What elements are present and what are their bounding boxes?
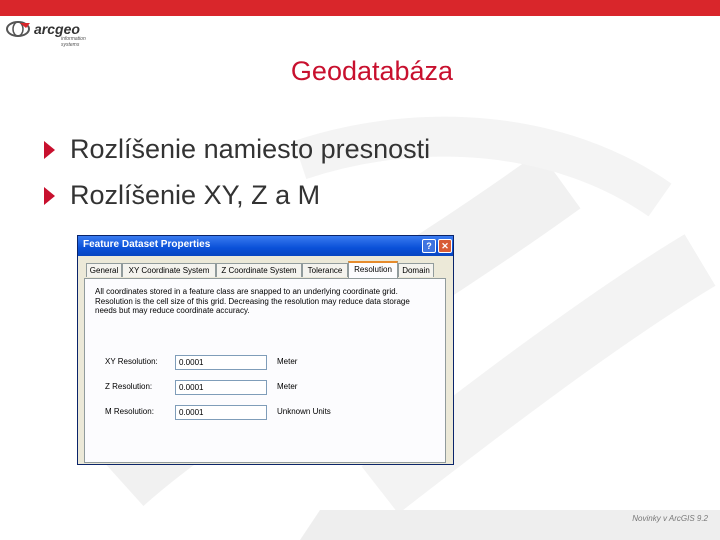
tab-general[interactable]: General <box>86 263 122 277</box>
logo-wordmark: arcgeo <box>34 21 80 37</box>
tab-xy-coordinate-system[interactable]: XY Coordinate System <box>122 263 216 277</box>
dialog-title: Feature Dataset Properties <box>83 239 211 250</box>
xy-resolution-label: XY Resolution: <box>105 357 158 366</box>
m-resolution-unit: Unknown Units <box>277 407 331 416</box>
close-icon[interactable]: ✕ <box>438 239 452 253</box>
tab-resolution[interactable]: Resolution <box>348 261 398 278</box>
bullet-arrow-icon <box>44 187 55 205</box>
xy-resolution-input[interactable]: 0.0001 <box>175 355 267 370</box>
tab-tolerance[interactable]: Tolerance <box>302 263 348 277</box>
m-resolution-input[interactable]: 0.0001 <box>175 405 267 420</box>
slide-title: Geodatabáza <box>290 56 454 86</box>
xy-resolution-unit: Meter <box>277 357 298 366</box>
globe-icon <box>6 21 30 37</box>
top-accent-bar <box>0 0 720 16</box>
z-resolution-input[interactable]: 0.0001 <box>175 380 267 395</box>
logo-tagline: information systems <box>61 36 86 48</box>
footer-text: Novinky v ArcGIS 9.2 <box>632 514 708 523</box>
bullet-text: Rozlíšenie namiesto presnosti <box>70 134 431 164</box>
arcgeo-logo: arcgeo information systems <box>6 20 96 50</box>
resolution-description: All coordinates stored in a feature clas… <box>95 287 410 315</box>
tab-domain[interactable]: Domain <box>398 263 434 277</box>
dialog-titlebar[interactable]: Feature Dataset Properties ? ✕ <box>78 236 453 256</box>
bullet-text: Rozlíšenie XY, Z a M <box>70 180 321 210</box>
feature-dataset-properties-dialog: Feature Dataset Properties ? ✕ General X… <box>77 235 454 465</box>
resolution-tab-panel: All coordinates stored in a feature clas… <box>84 278 446 463</box>
tab-z-coordinate-system[interactable]: Z Coordinate System <box>216 263 302 277</box>
z-resolution-unit: Meter <box>277 382 298 391</box>
z-resolution-label: Z Resolution: <box>105 382 153 391</box>
m-resolution-label: M Resolution: <box>105 407 154 416</box>
bullet-arrow-icon <box>44 141 55 159</box>
question-icon[interactable]: ? <box>422 239 436 253</box>
